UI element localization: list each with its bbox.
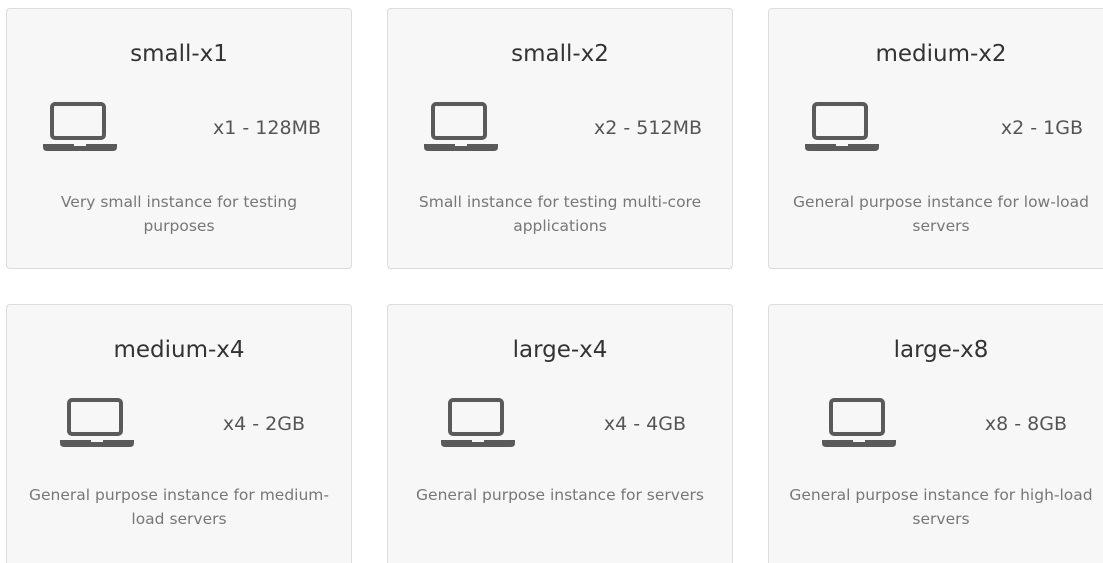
instance-name: small-x2 — [511, 41, 609, 67]
instance-description: Small instance for testing multi-core ap… — [418, 193, 702, 235]
instance-card-large-x8[interactable]: large-x8 x8 - 8GB General purpose instan… — [768, 304, 1103, 563]
instance-description: General purpose instance for low-load se… — [793, 193, 1089, 235]
instance-description: General purpose instance for high-load s… — [789, 486, 1093, 528]
laptop-icon — [43, 102, 117, 151]
instance-spec: x2 - 1GB — [1000, 117, 1083, 139]
instance-name: medium-x4 — [113, 337, 245, 363]
instance-description: General purpose instance for servers — [416, 486, 704, 504]
instance-card-large-x4[interactable]: large-x4 x4 - 4GB General purpose instan… — [387, 304, 733, 563]
instance-spec: x4 - 2GB — [222, 413, 305, 435]
instance-spec: x2 - 512MB — [594, 117, 702, 139]
instance-spec: x4 - 4GB — [603, 413, 686, 435]
laptop-icon — [424, 102, 498, 151]
instance-type-grid: small-x1 x1 - 128MB Very small instance … — [0, 0, 1103, 563]
laptop-icon — [805, 102, 879, 151]
laptop-icon — [822, 398, 896, 447]
instance-card-medium-x4[interactable]: medium-x4 x4 - 2GB General purpose insta… — [6, 304, 352, 563]
laptop-icon — [441, 398, 515, 447]
instance-name: large-x4 — [512, 337, 608, 363]
instance-name: large-x8 — [893, 337, 989, 363]
instance-spec: x8 - 8GB — [984, 413, 1067, 435]
instance-card-small-x2[interactable]: small-x2 x2 - 512MB Small instance for t… — [387, 8, 733, 269]
laptop-icon — [60, 398, 134, 447]
instance-card-medium-x2[interactable]: medium-x2 x2 - 1GB General purpose insta… — [768, 8, 1103, 269]
instance-description: General purpose instance for medium-load… — [28, 486, 330, 528]
instance-name: medium-x2 — [875, 41, 1007, 67]
instance-spec: x1 - 128MB — [213, 117, 321, 139]
instance-name: small-x1 — [130, 41, 228, 67]
instance-description: Very small instance for testing purposes — [60, 193, 298, 235]
instance-card-small-x1[interactable]: small-x1 x1 - 128MB Very small instance … — [6, 8, 352, 269]
